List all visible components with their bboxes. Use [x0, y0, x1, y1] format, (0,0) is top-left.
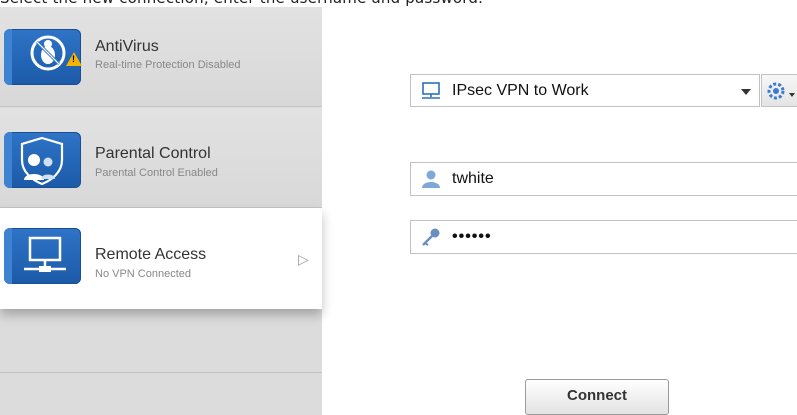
sidebar-item-subtitle: Real-time Protection Disabled — [95, 59, 241, 71]
username-field[interactable]: twhite — [410, 162, 797, 196]
sidebar-item-antivirus[interactable]: ! AntiVirus Real-time Protection Disable… — [0, 7, 322, 107]
password-field[interactable]: •••••• — [410, 220, 797, 254]
warning-icon: ! — [66, 52, 82, 66]
connection-settings-button[interactable] — [761, 74, 797, 107]
sidebar-item-parental-control[interactable]: Parental Control Parental Control Enable… — [0, 108, 322, 208]
computer-icon — [422, 82, 440, 99]
sidebar: ! AntiVirus Real-time Protection Disable… — [0, 7, 322, 415]
sidebar-item-title: Remote Access — [95, 246, 207, 263]
sidebar-item-subtitle: No VPN Connected — [95, 268, 191, 280]
sidebar-item-title: Parental Control — [95, 145, 211, 162]
computer-network-icon — [4, 228, 81, 284]
connection-select[interactable]: IPsec VPN to Work — [410, 74, 760, 107]
parental-shield-icon — [4, 132, 81, 188]
sidebar-item-title: AntiVirus — [95, 38, 159, 55]
gear-icon — [767, 82, 795, 100]
connection-select-value: IPsec VPN to Work — [452, 82, 589, 99]
user-icon — [422, 170, 440, 188]
sidebar-item-remote-access[interactable]: Remote Access No VPN Connected ▷ — [0, 208, 322, 309]
chevron-down-icon — [741, 89, 751, 95]
divider — [0, 372, 322, 373]
sidebar-item-subtitle: Parental Control Enabled — [95, 167, 218, 179]
chevron-right-icon: ▷ — [298, 251, 309, 267]
key-icon — [422, 228, 440, 246]
username-input: twhite — [452, 170, 494, 187]
password-input: •••••• — [452, 228, 492, 245]
connect-button[interactable]: Connect — [525, 379, 669, 415]
